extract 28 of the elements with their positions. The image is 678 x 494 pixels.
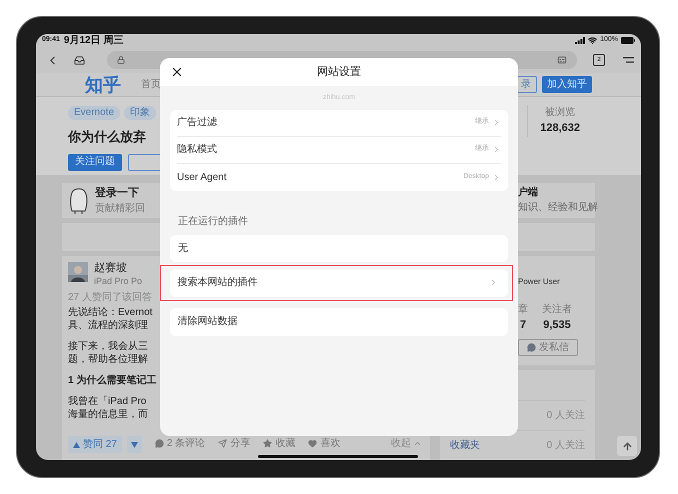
question-title: 你为什么放弃 — [68, 128, 147, 146]
login-prompt-text: 贡献精彩回 — [95, 202, 145, 216]
stat-value: 9,535 — [543, 318, 571, 333]
follower-count: 0 人关注 — [546, 438, 585, 453]
answer-heading: 1 为什么需要笔记工 — [68, 374, 156, 387]
dialog-title: 网站设置 — [317, 64, 361, 80]
stat-label: 关注者 — [542, 302, 572, 317]
setting-label: 隐私模式 — [177, 142, 217, 157]
follower-count: 0 人关注 — [546, 408, 585, 423]
setting-label: User Agent — [177, 170, 226, 184]
stat-label: 章 — [518, 302, 528, 317]
setting-label: 广告过滤 — [177, 116, 217, 130]
login-prompt-title: 登录一下 — [95, 186, 140, 201]
plugin-name: 无 — [178, 242, 188, 256]
answer-paragraph: 接下来，我会从三 题，帮助各位理解 — [68, 340, 148, 366]
stat-value: 7 — [520, 318, 526, 333]
author-bio: iPad Pro Po — [94, 276, 142, 287]
status-date: 9月12日 周三 — [64, 36, 124, 46]
stat-label: 被浏览 — [545, 106, 576, 120]
answer-paragraph: 先说结论：Evernot 具、流程的深刻理 — [68, 306, 152, 332]
author-card-bio: Power User — [518, 276, 561, 288]
action-label: 搜索本网站的插件 — [178, 276, 258, 290]
action-label: 清除网站数据 — [178, 314, 238, 329]
vote-count-text: 27 人赞同了该回答 — [68, 290, 153, 305]
app-card-title: 户端 — [518, 185, 539, 200]
section-heading: 正在运行的插件 — [178, 216, 248, 226]
answer-paragraph: 我曾在「iPad Pro 海量的信息里，而 — [68, 395, 148, 421]
stat-value: 128,632 — [540, 121, 580, 136]
